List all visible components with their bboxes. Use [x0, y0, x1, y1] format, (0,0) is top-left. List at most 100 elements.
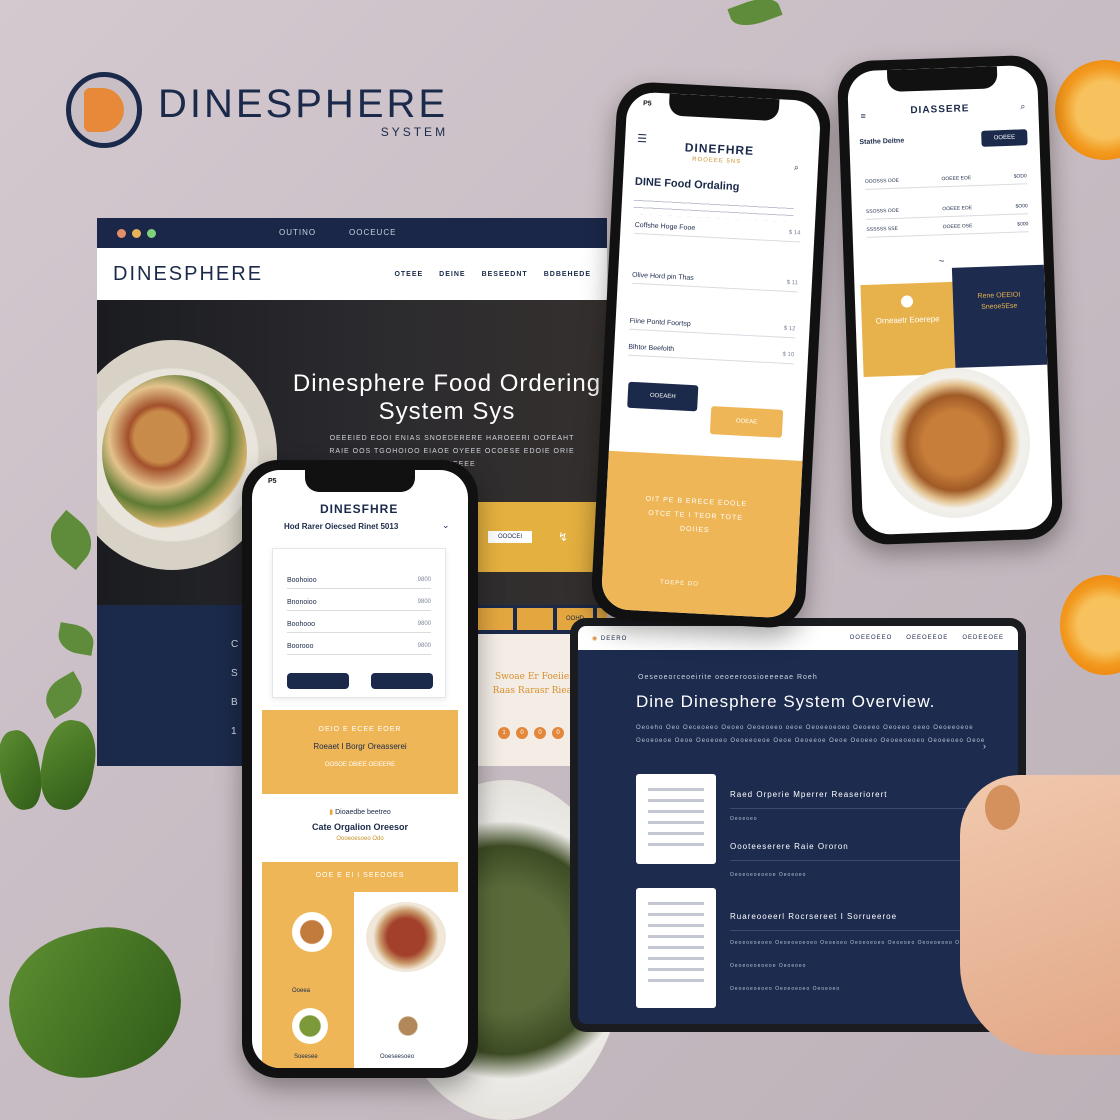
row-a: SSOSSS OOE — [865, 207, 900, 215]
row-price: $O00 — [1015, 203, 1028, 210]
hand-holding-tablet — [960, 775, 1120, 1055]
row-price: $OD0 — [1013, 173, 1027, 180]
table-row[interactable]: Boohooo 9800 — [287, 621, 431, 633]
promo-foot: OOSOE OBIEE OEIEERE — [324, 762, 396, 768]
phone-center-gold-button[interactable]: OOEAE — [709, 406, 784, 438]
tablet-card-1[interactable] — [636, 774, 716, 864]
tablet-item-3[interactable]: Ruareooeerl Rocrsereet I Sorrueeroe — [730, 912, 897, 921]
tablet-link-1[interactable]: OOEEOEEO — [850, 635, 893, 641]
row-b: OOEEE OSE — [942, 223, 973, 231]
desktop-cta-button[interactable]: OOOCEI — [488, 531, 533, 543]
phone-left-title: Hod Rarer Oiecsed Rinet 5013 — [284, 522, 399, 531]
row-price: 9800 — [417, 621, 431, 627]
chevron-down-icon[interactable]: ⌄ — [442, 520, 450, 531]
window-maximize-dot[interactable] — [147, 228, 156, 238]
desktop-left-letters: C S B 1 — [231, 630, 238, 746]
nav-link-2[interactable]: DEINE — [439, 271, 465, 278]
gold-panel-heading: OOE E EI I SEEOOES — [315, 872, 405, 879]
food-thumb-4[interactable] — [390, 1008, 426, 1044]
bar-link-1[interactable]: OUTINO — [279, 228, 316, 237]
tablet-item-1[interactable]: Raed Orperie Mperrer Reaseriorert — [730, 790, 888, 799]
bar-link-2[interactable]: OOCEUCE — [349, 228, 396, 237]
row-price: $000 — [1017, 221, 1029, 228]
row-b: OOEEE EOE — [942, 205, 973, 213]
search-icon[interactable]: ⌕ — [1020, 101, 1025, 112]
menu-row[interactable]: Olive Hord pin Thas $ 11 — [631, 271, 799, 293]
tablet-small-3: Oeoeoeoeoeo Oeoeoeoeoeo Oeoeoeo Oeoeoeoe… — [730, 940, 983, 946]
list-row[interactable]: SSOSSS OOE OOEEE EOE $O00 — [865, 203, 1029, 220]
chevron-right-icon[interactable]: › — [983, 741, 986, 751]
tablet-link-3[interactable]: OEDEEOEE — [962, 635, 1004, 641]
nav-link-3[interactable]: BESEEDNT — [482, 271, 528, 278]
row-label: Fiine Pontd Foortsp — [629, 317, 691, 328]
menu-icon[interactable]: ☰ — [637, 132, 648, 146]
food-thumb-1[interactable] — [292, 912, 332, 952]
bag-icon[interactable]: ⌕ — [794, 162, 800, 173]
phone-status: P5 — [268, 478, 277, 485]
phone-right-title: Stathe Deitne — [859, 137, 905, 147]
window-close-dot[interactable] — [117, 228, 126, 238]
row-name: Boohoioo — [287, 577, 317, 584]
strip-tab-1[interactable] — [477, 608, 513, 630]
side-circle-4[interactable]: 0 — [552, 727, 564, 739]
phone-center-screen: P5 ☰ DINEFHRE ROOEEE 5NS ⌕ DINE Food Ord… — [600, 91, 822, 619]
row-price: $ 11 — [786, 279, 799, 287]
menu-icon[interactable]: ≡ — [860, 111, 866, 121]
row-price: 9800 — [417, 643, 431, 649]
tablet-top-bar: ◉ DEERO OOEEOEEO OEEOEEOE OEDEEOEE — [578, 626, 1018, 650]
site-nav: DINESPHERE OTEEE DEINE BESEEDNT BDBEHEDE — [97, 248, 607, 300]
food-thumb-2[interactable] — [366, 902, 446, 972]
hero-title: Dinesphere Food Ordering System Sys — [292, 370, 602, 425]
window-minimize-dot[interactable] — [132, 228, 141, 238]
dinesphere-logo-icon — [66, 72, 142, 148]
food-thumb-3[interactable] — [292, 1008, 328, 1044]
side-circle-3[interactable]: 0 — [534, 727, 546, 739]
brand-lockup: DINESPHERE SYSTEM — [66, 72, 448, 148]
menu-row[interactable]: Blhtor Beefolth $ 10 — [627, 343, 795, 365]
phone-right-screen: ≡ DIASSERE ⌕ Stathe Deitne OOEEE OOOSSS … — [846, 64, 1054, 536]
phone-left-category-link[interactable]: Oooeoesoeo Odo — [252, 836, 468, 842]
phone-right-gold-card[interactable]: Orneaetr Eoerepe — [860, 281, 956, 378]
site-logo[interactable]: DINESPHERE — [113, 263, 263, 286]
tablet-card-2[interactable] — [636, 888, 716, 1008]
wave-icon: ~ — [938, 256, 945, 268]
promo-button[interactable]: TOEPE DO — [660, 580, 699, 588]
tablet-small-2: Oeoeoeoeoeoe Oeoeoeo — [730, 872, 807, 878]
promo-sub: OEIO E ECEE EOER — [318, 726, 402, 733]
table-button-right[interactable] — [371, 673, 433, 689]
tablet-link-2[interactable]: OEEOEEOE — [906, 635, 948, 641]
phone-center-navy-button[interactable]: OOEAEH — [627, 381, 699, 412]
category-pre-text: Dioaedbe beetreo — [335, 809, 391, 816]
nav-link-4[interactable]: BDBEHEDE — [544, 271, 591, 278]
table-row[interactable]: Bnonoioo 9800 — [287, 599, 431, 611]
list-row[interactable]: OOOSSS OOE OOEEE EOE $OD0 — [864, 173, 1028, 190]
table-button-left[interactable] — [287, 673, 349, 689]
phone-right-food-image — [877, 365, 1033, 521]
phone-left-gold-panel: OOE E EI I SEEOOES Ooeea Soeesee Ooesees… — [262, 862, 458, 1068]
row-price: 9800 — [417, 599, 431, 605]
tablet-small-4: Oeoeoeoeoeoe Oeoeoeo — [730, 963, 807, 969]
menu-row[interactable]: Coffshe Hoge Fooe $ 14 — [634, 221, 801, 243]
navy-card-text: Rene OEEIOI Sneoe5Ese — [977, 291, 1021, 311]
phone-right-button[interactable]: OOEEE — [981, 129, 1028, 147]
side-circle-1[interactable]: 1 — [498, 727, 510, 739]
brand-sub: SYSTEM — [380, 124, 449, 139]
hero-food-image — [102, 375, 247, 530]
table-row[interactable]: Boorooo 9800 — [287, 643, 431, 655]
phone-status: P5 — [642, 100, 652, 108]
nav-link-1[interactable]: OTEEE — [394, 271, 423, 278]
side-circle-2[interactable]: 0 — [516, 727, 528, 739]
tablet-logo[interactable]: ◉ DEERO — [592, 635, 627, 642]
list-row[interactable]: SSSSSS SSE OOEEE OSE $000 — [866, 221, 1029, 238]
row-label: Olive Hord pin Thas — [631, 271, 694, 282]
placeholder-lines — [633, 195, 795, 223]
cta-arrow-icon: ↯ — [558, 530, 569, 544]
browser-bar: OUTINO OOCEUCE — [97, 218, 607, 248]
food-caption-3: Ooeseesoeo — [380, 1054, 415, 1060]
strip-tab-2[interactable] — [517, 608, 553, 630]
menu-row[interactable]: Fiine Pontd Foortsp $ 12 — [629, 317, 796, 339]
tablet-item-2[interactable]: Oooteeserere Raie Ororon — [730, 842, 849, 851]
phone-right-navy-card[interactable]: Rene OEEIOI Sneoe5Ese — [951, 264, 1048, 368]
table-row[interactable]: Boohoioo 9800 — [287, 577, 431, 589]
food-caption-1: Ooeea — [292, 988, 311, 994]
